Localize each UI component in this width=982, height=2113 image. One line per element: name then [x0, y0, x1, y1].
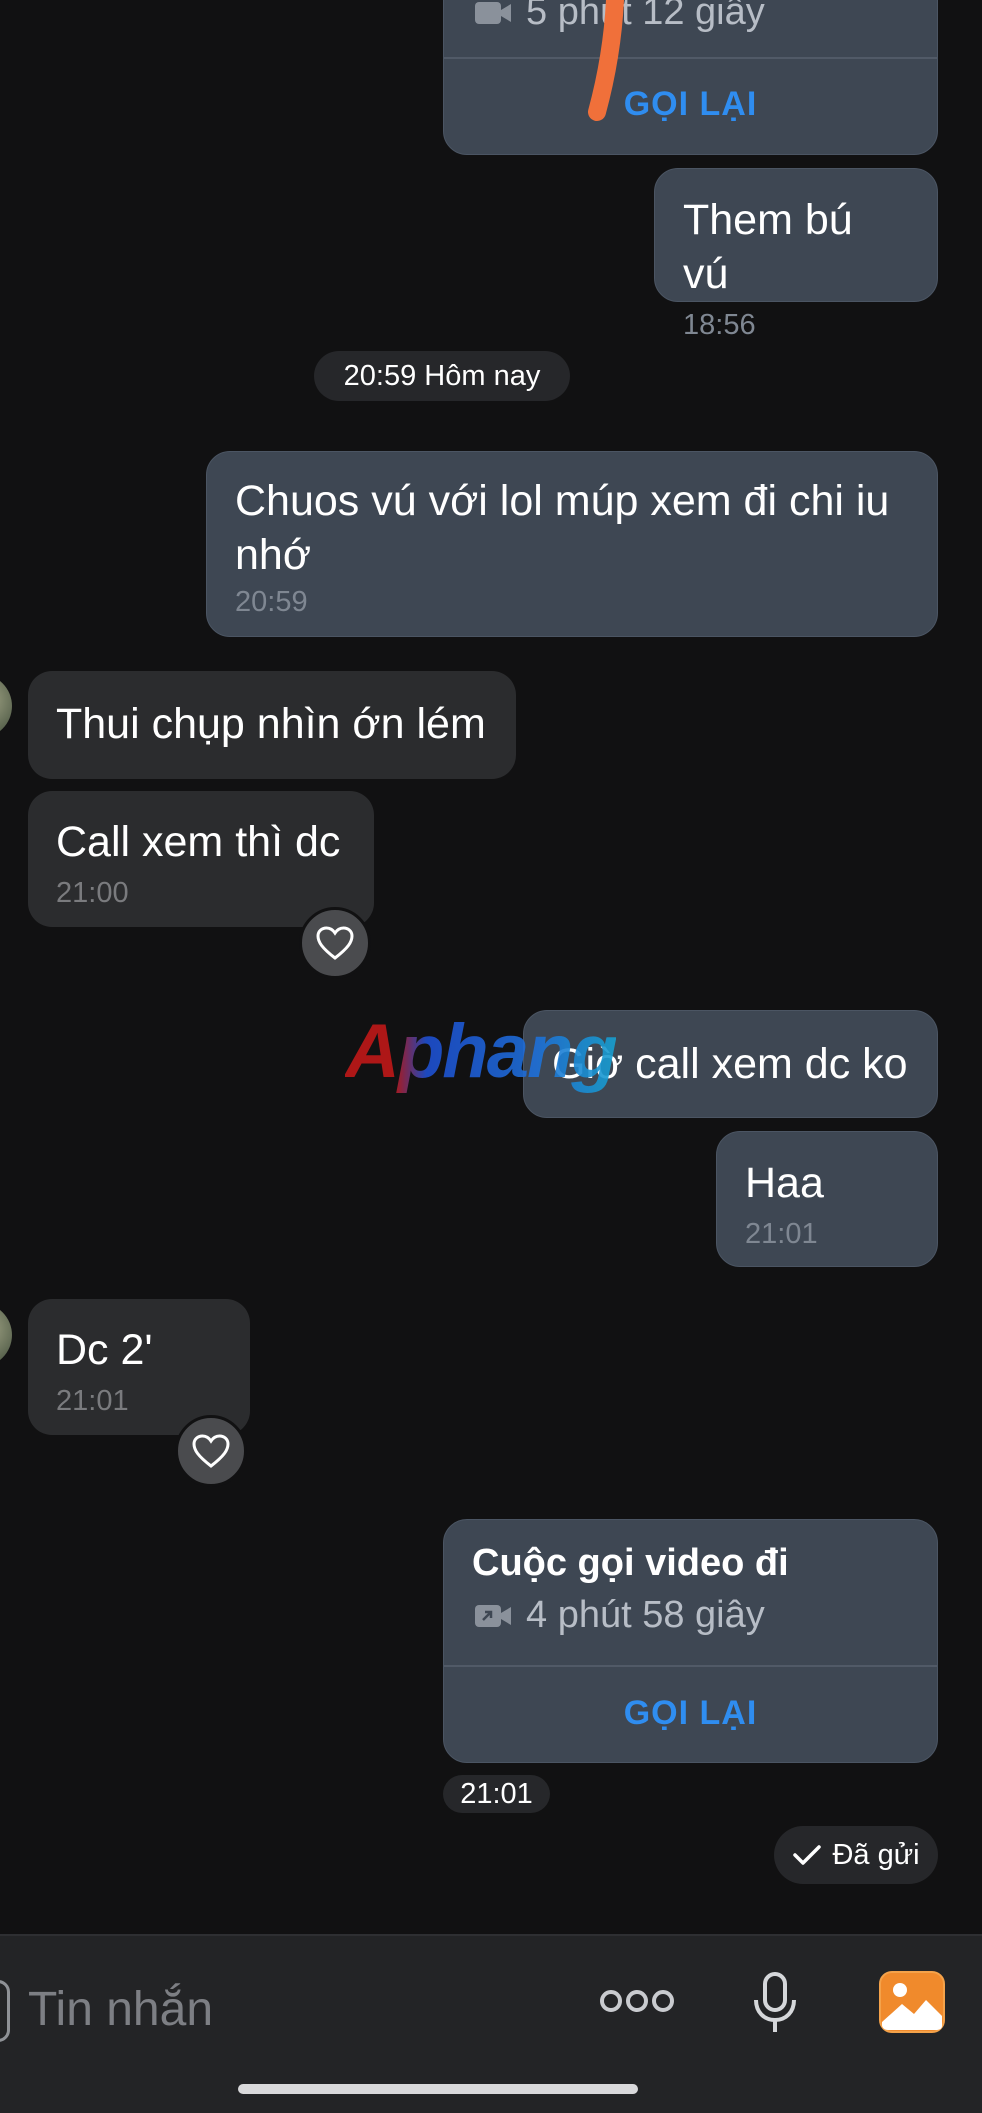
call-divider [444, 1665, 937, 1667]
more-button[interactable] [600, 1986, 674, 2021]
date-divider: 20:59 Hôm nay [314, 351, 570, 401]
call-card-bottom: Cuộc gọi video đi 4 phút 58 giây GỌI LẠI [443, 1519, 938, 1763]
sent-label: Đã gửi [832, 1839, 920, 1871]
mic-icon [754, 1972, 796, 2032]
message-text: Call xem thì dc [56, 818, 341, 866]
message-bubble-outgoing[interactable]: Chuos vú với lol múp xem đi chi iu nhớ 2… [206, 451, 938, 637]
gallery-button[interactable] [878, 1970, 946, 2039]
message-time: 20:59 [235, 586, 308, 618]
message-bubble-incoming[interactable]: Call xem thì dc 21:00 [28, 791, 374, 927]
call-title: Cuộc gọi video đi [472, 1542, 789, 1584]
message-bubble-outgoing[interactable]: Them bú vú 18:56 [654, 168, 938, 341]
call-duration: 5 phút 12 giây [526, 0, 765, 33]
home-indicator [238, 2084, 638, 2094]
message-bubble-outgoing[interactable]: Haa 21:01 [716, 1131, 938, 1267]
check-icon [793, 1845, 822, 1865]
more-icon [600, 1990, 674, 2012]
message-time: 21:00 [56, 877, 129, 909]
heart-icon [316, 926, 354, 960]
call-card-top: 5 phút 12 giây GỌI LẠI [443, 0, 938, 155]
sent-status: Đã gửi [774, 1826, 938, 1884]
video-call-icon [475, 1604, 511, 1627]
call-duration-row: 4 phút 58 giây [474, 1594, 765, 1637]
message-text: Haa [745, 1159, 824, 1207]
video-call-icon [475, 1, 511, 24]
message-time: 18:56 [683, 309, 756, 341]
message-bubble-incoming[interactable]: Thui chụp nhìn ớn lém [28, 671, 516, 779]
callback-button[interactable]: GỌI LẠI [444, 1694, 937, 1733]
message-text: Thui chụp nhìn ớn lém [56, 700, 486, 748]
orange-scribble [588, 0, 624, 121]
call-divider [444, 57, 937, 59]
message-text: Chuos vú với lol múp xem đi chi iu nhớ [235, 477, 902, 579]
message-time: 21:01 [745, 1218, 818, 1250]
heart-reaction-button[interactable] [299, 907, 371, 979]
watermark-logo: Aphang [345, 1009, 618, 1094]
call-time: 21:01 [443, 1775, 550, 1813]
message-text: Dc 2' [56, 1326, 153, 1374]
message-input[interactable]: Tin nhắn [28, 1982, 213, 2037]
composer-left-edge [0, 1980, 10, 2042]
gallery-icon [879, 1971, 945, 2033]
avatar[interactable] [0, 1303, 12, 1367]
message-text: Them bú vú [683, 196, 865, 298]
message-time: 21:01 [56, 1385, 129, 1417]
heart-icon [192, 1434, 230, 1468]
avatar[interactable] [0, 674, 12, 738]
callback-button[interactable]: GỌI LẠI [444, 85, 937, 124]
mic-button[interactable] [752, 1972, 798, 2041]
call-duration: 4 phút 58 giây [526, 1594, 765, 1636]
heart-reaction-button[interactable] [175, 1415, 247, 1487]
composer-bar: Tin nhắn [0, 1934, 982, 2113]
